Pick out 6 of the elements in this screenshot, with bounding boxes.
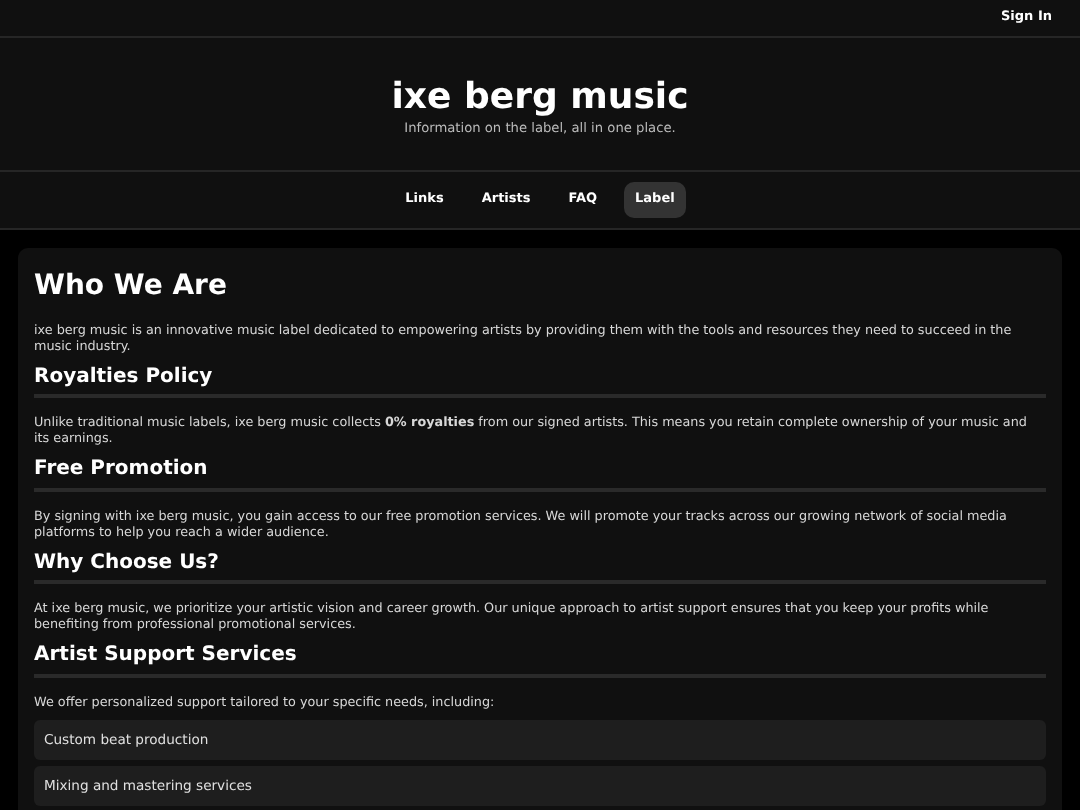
site-title: ixe berg music	[391, 75, 689, 121]
section-heading: Royalties Policy	[34, 365, 1046, 398]
section-heading: Why Choose Us?	[34, 551, 1046, 584]
section-title: Who We Are	[34, 270, 229, 305]
section-heading: Free Promotion	[34, 458, 1046, 491]
section-heading: Artist Support Services	[34, 644, 1046, 677]
